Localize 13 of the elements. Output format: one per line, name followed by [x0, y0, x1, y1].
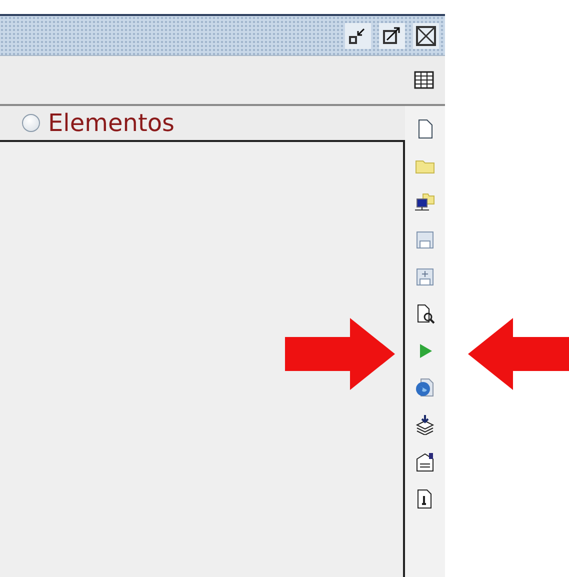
save-icon[interactable] — [414, 229, 436, 251]
layers-icon[interactable] — [414, 414, 436, 436]
table-icon[interactable] — [413, 69, 435, 91]
maximize-button[interactable] — [379, 22, 405, 48]
radio-button[interactable] — [22, 114, 40, 132]
close-icon — [415, 24, 437, 46]
minimize-button[interactable] — [345, 22, 371, 48]
maximize-icon — [382, 26, 402, 46]
close-button[interactable] — [413, 22, 439, 48]
panel-title: Elementos — [48, 111, 175, 135]
save-as-icon[interactable] — [414, 266, 436, 288]
properties-icon[interactable] — [414, 451, 436, 473]
globe-icon[interactable] — [414, 377, 436, 399]
